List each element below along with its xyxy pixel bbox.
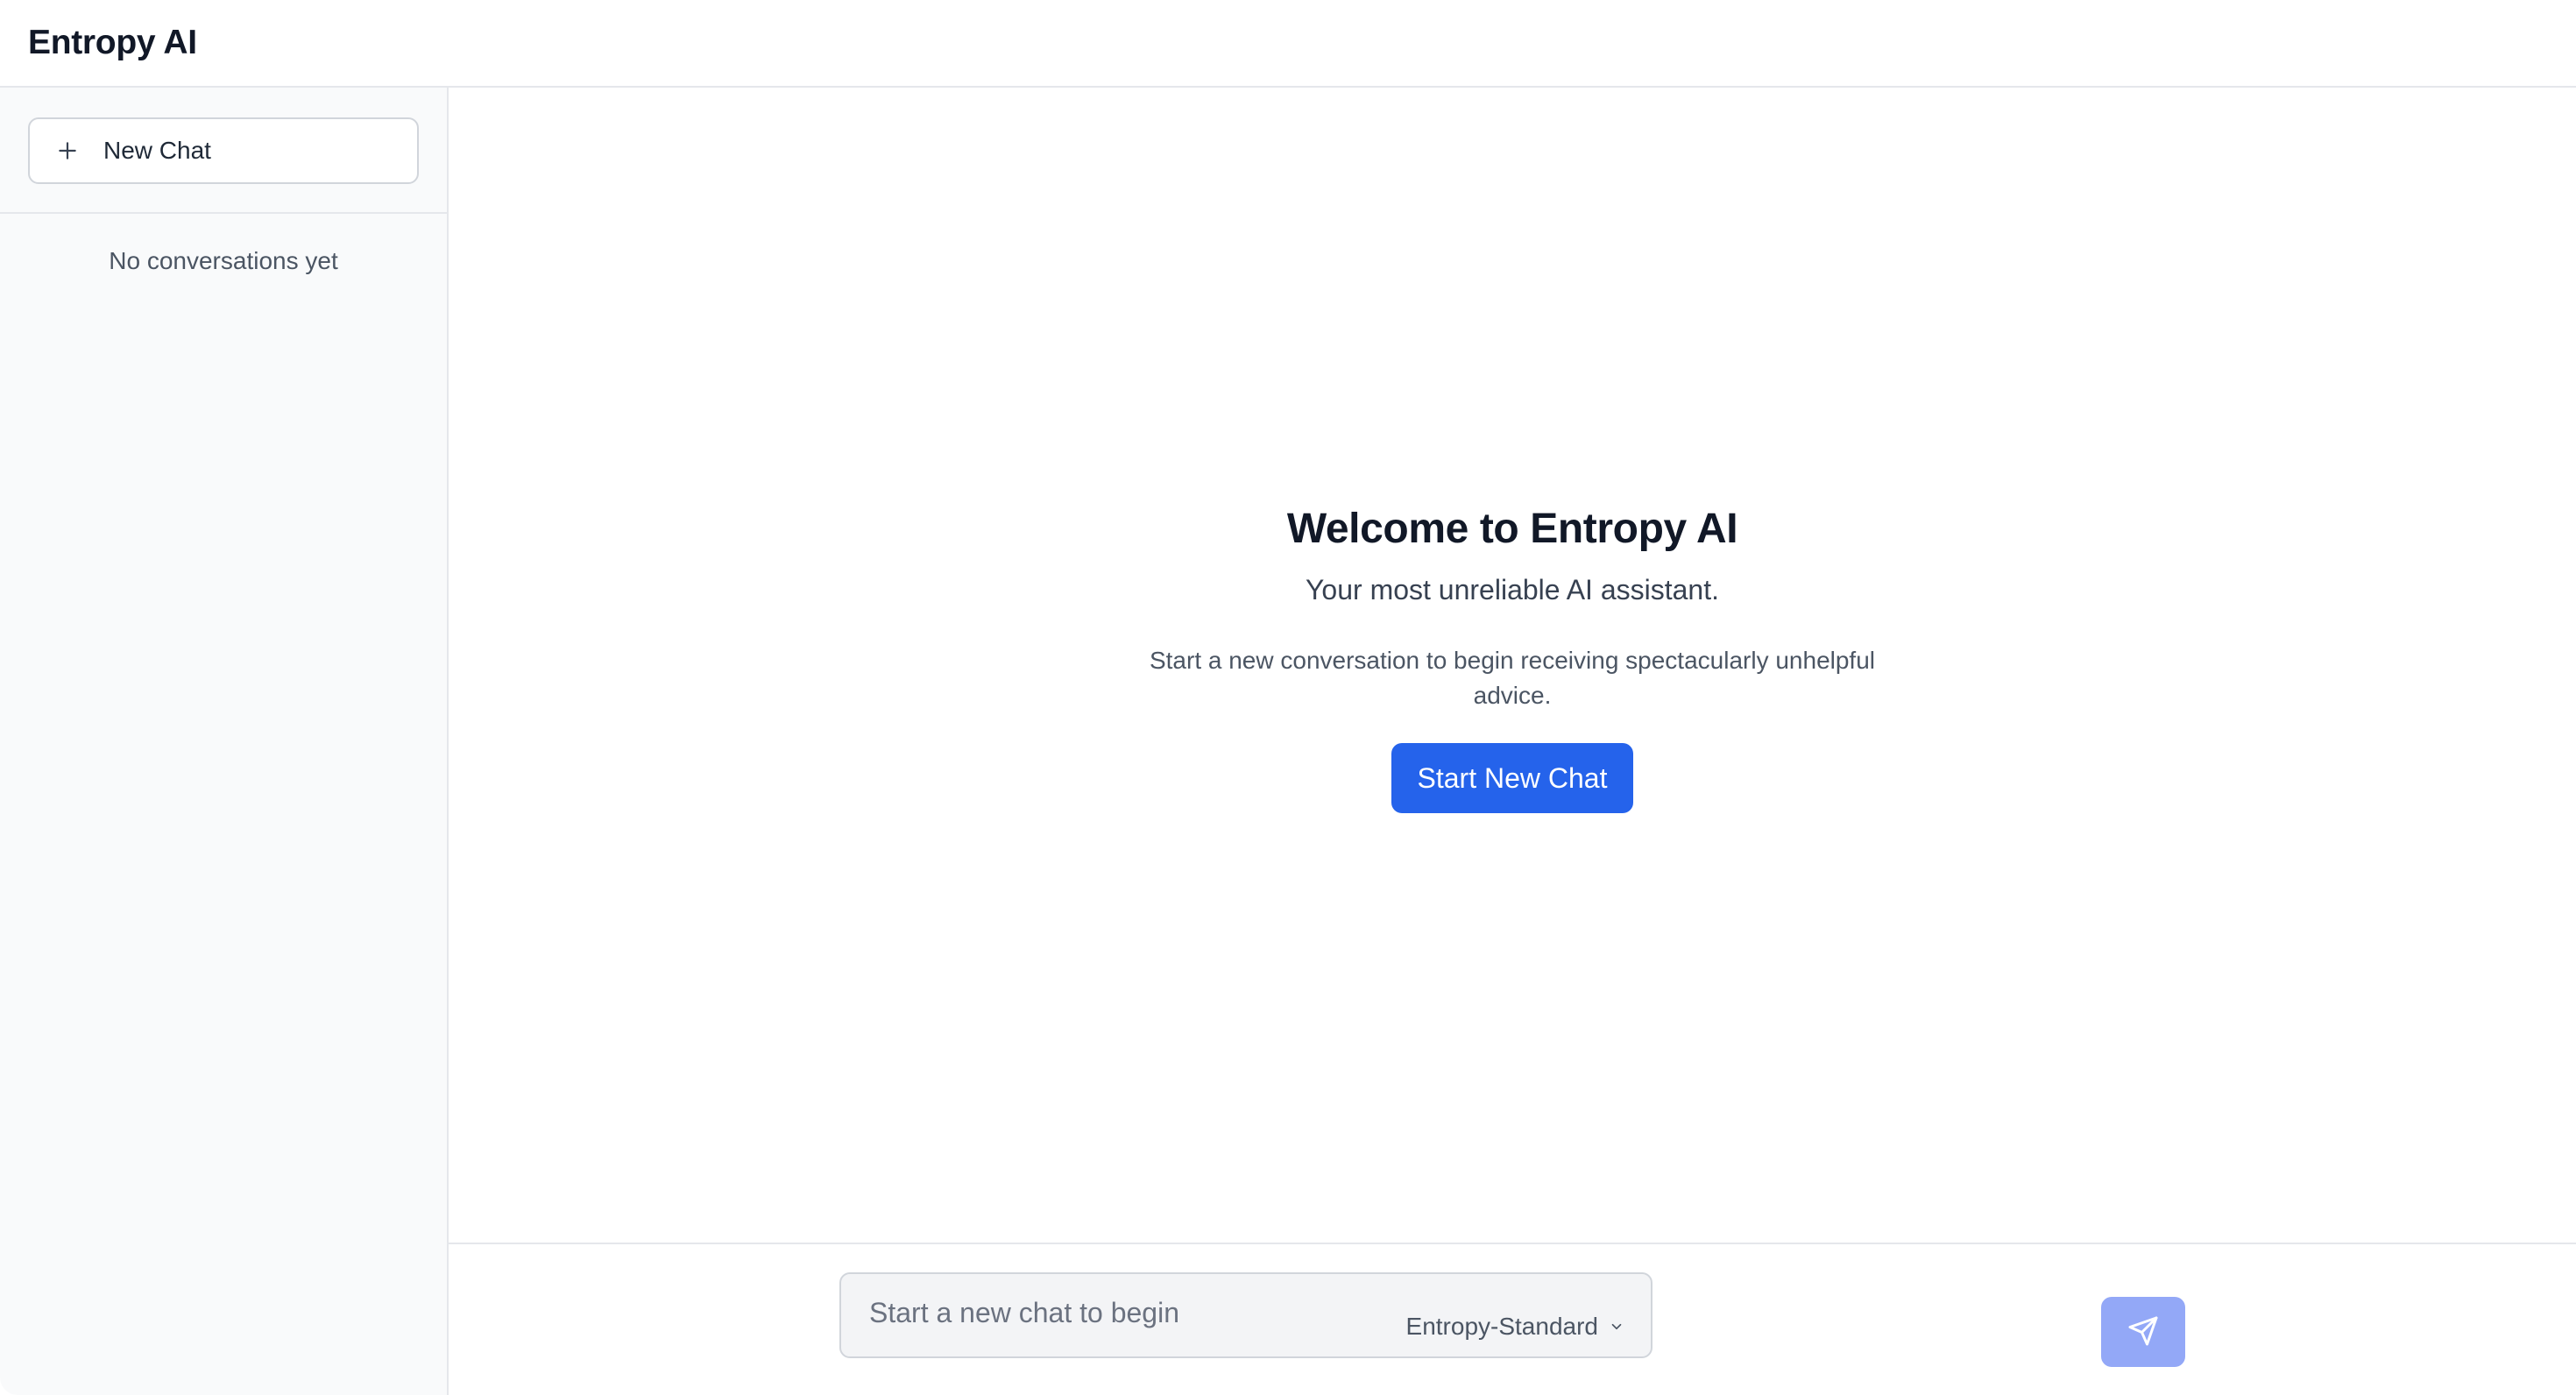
model-selected-label: Entropy-Standard: [1405, 1313, 1598, 1340]
sidebar-header: New Chat: [0, 88, 447, 214]
welcome-title: Welcome to Entropy AI: [1286, 506, 1738, 552]
send-button[interactable]: [2101, 1297, 2185, 1367]
message-composer: Entropy-Standard: [839, 1272, 1652, 1358]
welcome-subtitle: Your most unreliable AI assistant.: [1306, 574, 1719, 605]
model-selector[interactable]: Entropy-Standard: [1406, 1313, 1624, 1341]
start-new-chat-button[interactable]: Start New Chat: [1391, 743, 1634, 813]
send-icon: [2127, 1315, 2159, 1349]
sidebar: New Chat No conversations yet: [0, 88, 449, 1395]
app-title: Entropy AI: [28, 24, 197, 61]
plus-icon: [54, 138, 81, 164]
empty-conversations-text: No conversations yet: [109, 247, 338, 274]
main-panel: Welcome to Entropy AI Your most unreliab…: [449, 88, 2576, 1243]
welcome-section: Welcome to Entropy AI Your most unreliab…: [449, 505, 2576, 813]
chevron-down-icon: [1609, 1319, 1624, 1335]
message-input[interactable]: [869, 1286, 1360, 1339]
top-bar: Entropy AI: [0, 0, 2576, 88]
new-chat-button[interactable]: New Chat: [28, 117, 419, 184]
composer-bar: Entropy-Standard: [449, 1243, 2576, 1395]
app-window: Entropy AI New Chat No conversations yet…: [0, 0, 2576, 1395]
new-chat-label: New Chat: [103, 137, 211, 164]
welcome-description: Start a new conversation to begin receiv…: [1149, 647, 1876, 709]
